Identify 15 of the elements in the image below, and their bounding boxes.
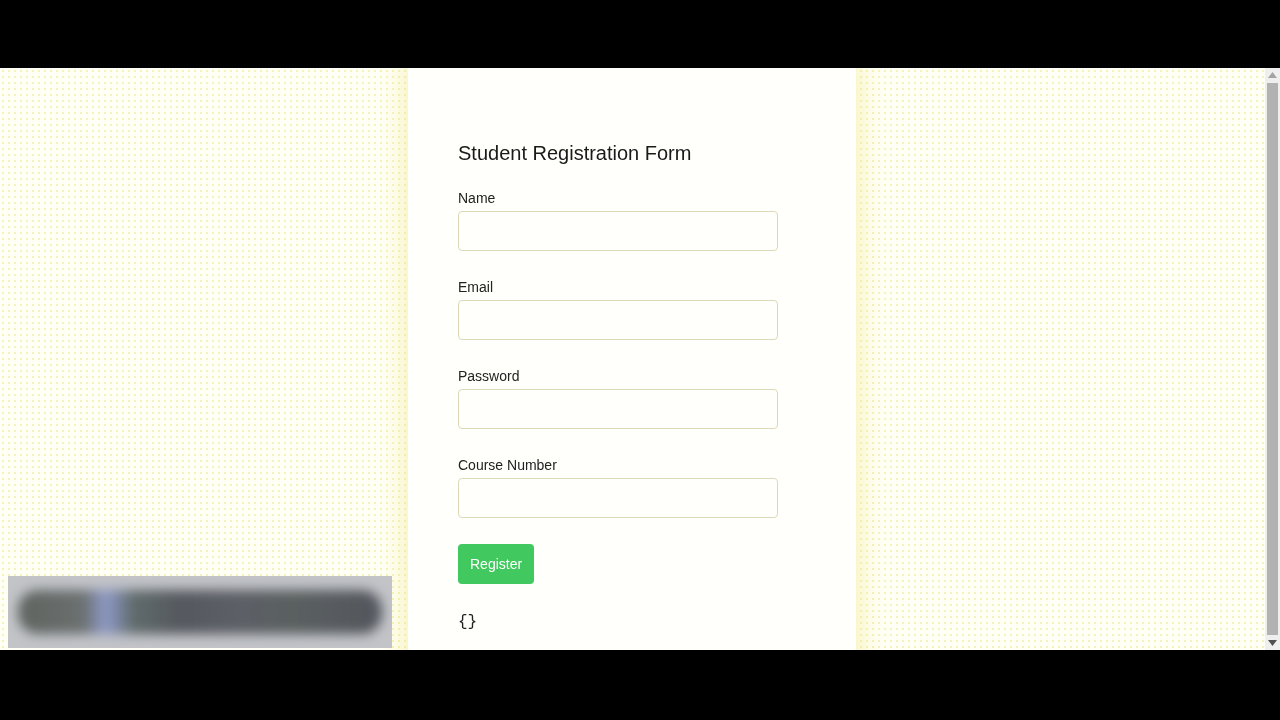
form-title: Student Registration Form: [458, 141, 693, 165]
input-field[interactable]: [458, 389, 778, 429]
scroll-down-icon[interactable]: [1268, 640, 1277, 646]
input-field[interactable]: [458, 300, 778, 340]
scrollbar[interactable]: [1265, 68, 1280, 650]
field-label: Password: [458, 367, 520, 385]
field-label: Email: [458, 278, 493, 296]
scroll-up-icon[interactable]: [1268, 72, 1277, 78]
field-label: Course Number: [458, 456, 557, 474]
scrollbar-thumb[interactable]: [1267, 83, 1278, 635]
output-text: {}: [458, 612, 478, 632]
register-button[interactable]: Register: [458, 544, 535, 584]
input-field[interactable]: [458, 478, 778, 518]
field-label: Name: [458, 189, 496, 207]
input-field[interactable]: [458, 211, 778, 251]
